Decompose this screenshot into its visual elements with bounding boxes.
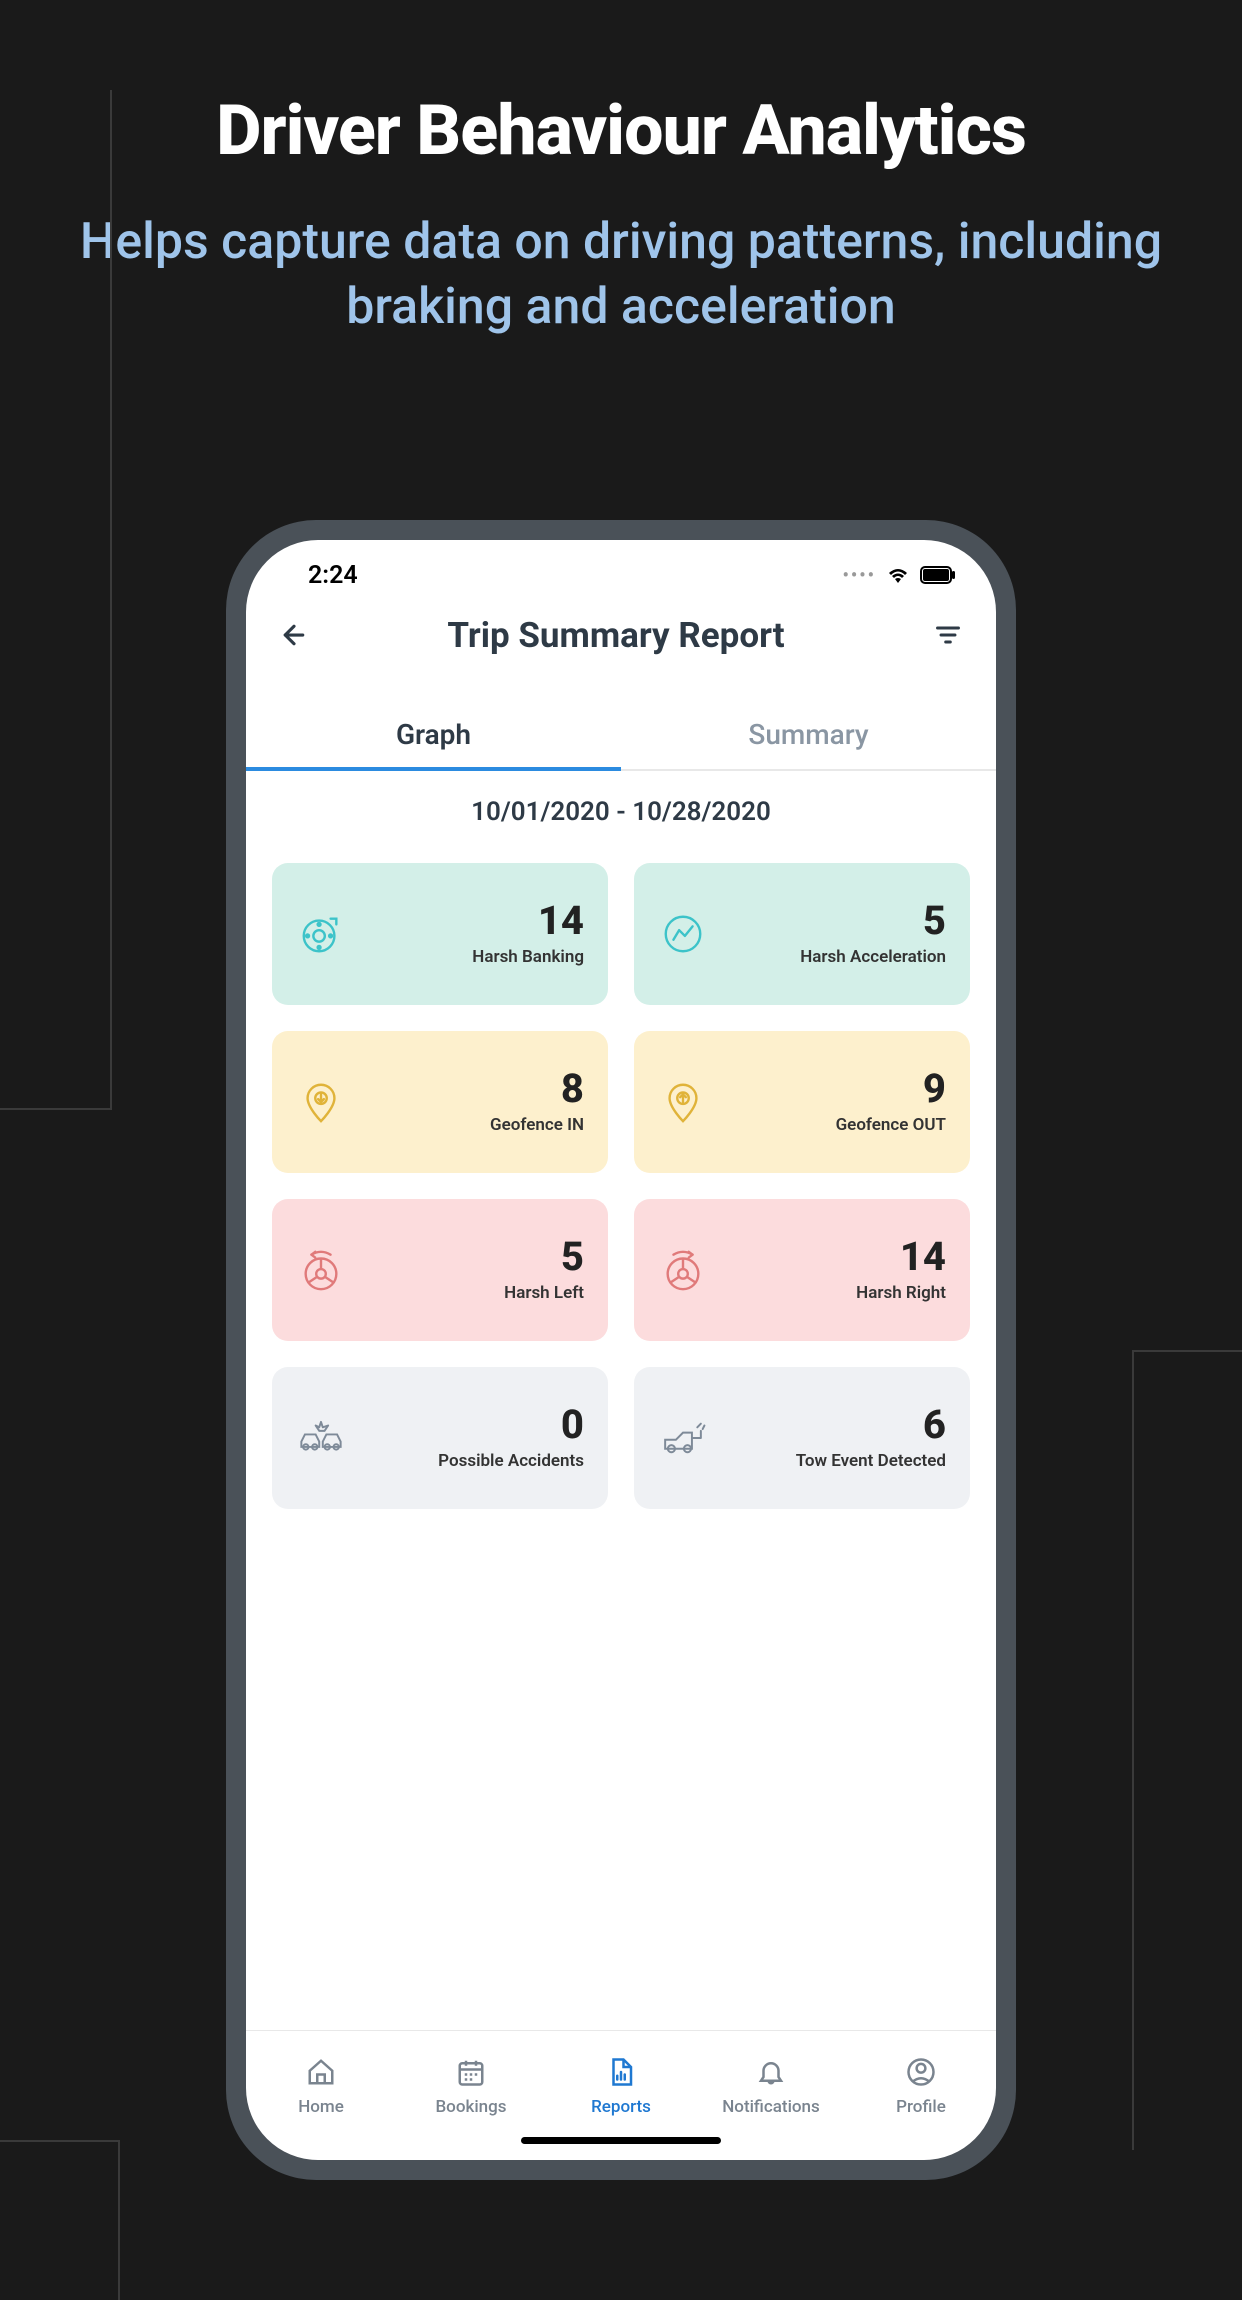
nav-notifications[interactable]: Notifications — [696, 2031, 846, 2140]
home-indicator[interactable] — [521, 2137, 721, 2144]
home-icon — [304, 2055, 338, 2089]
page-title: Trip Summary Report — [324, 615, 908, 656]
metric-harsh-banking[interactable]: 14 Harsh Banking — [272, 863, 608, 1005]
collision-icon — [296, 1413, 346, 1463]
metric-value: 5 — [504, 1237, 584, 1277]
tab-graph[interactable]: Graph — [246, 700, 621, 769]
status-time: 2:24 — [286, 561, 358, 590]
metric-geofence-out[interactable]: 9 Geofence OUT — [634, 1031, 970, 1173]
back-arrow-icon — [279, 620, 309, 650]
cellular-icon: •••• — [842, 565, 876, 586]
metrics-grid: 14 Harsh Banking 5 Harsh Acceleration — [246, 853, 996, 1519]
nav-label: Profile — [896, 2097, 946, 2117]
speedometer-icon — [658, 909, 708, 959]
phone-frame: 2:24 •••• Trip Summary Report — [226, 520, 1016, 2180]
metric-label: Geofence IN — [490, 1115, 584, 1135]
nav-label: Reports — [591, 2097, 651, 2117]
tow-truck-icon — [658, 1413, 708, 1463]
metric-harsh-left[interactable]: 5 Harsh Left — [272, 1199, 608, 1341]
date-range-label: 10/01/2020 - 10/28/2020 — [246, 771, 996, 853]
metric-label: Geofence OUT — [836, 1115, 946, 1135]
metric-harsh-right[interactable]: 14 Harsh Right — [634, 1199, 970, 1341]
bell-icon — [754, 2055, 788, 2089]
pin-in-icon — [296, 1077, 346, 1127]
phone-screen: 2:24 •••• Trip Summary Report — [246, 540, 996, 2160]
metric-label: Harsh Acceleration — [800, 947, 946, 967]
metric-tow-event[interactable]: 6 Tow Event Detected — [634, 1367, 970, 1509]
profile-icon — [904, 2055, 938, 2089]
filter-icon — [934, 621, 962, 649]
nav-label: Notifications — [722, 2097, 820, 2117]
wheel-left-icon — [296, 1245, 346, 1295]
wheel-right-icon — [658, 1245, 708, 1295]
metric-label: Harsh Left — [504, 1283, 584, 1303]
promo-title: Driver Behaviour Analytics — [0, 90, 1242, 172]
metric-value: 6 — [796, 1405, 946, 1445]
metric-label: Harsh Banking — [472, 947, 584, 967]
nav-label: Home — [298, 2097, 344, 2117]
nav-profile[interactable]: Profile — [846, 2031, 996, 2140]
metric-value: 8 — [490, 1069, 584, 1109]
nav-reports[interactable]: Reports — [546, 2031, 696, 2140]
tab-bar: Graph Summary — [246, 700, 996, 771]
reports-icon — [604, 2055, 638, 2089]
nav-label: Bookings — [435, 2097, 506, 2117]
wifi-icon — [886, 565, 910, 585]
metric-label: Possible Accidents — [438, 1451, 584, 1471]
brake-disc-icon — [296, 909, 346, 959]
metric-value: 14 — [472, 901, 584, 941]
tab-summary[interactable]: Summary — [621, 700, 996, 769]
status-bar: 2:24 •••• — [246, 540, 996, 600]
calendar-icon — [454, 2055, 488, 2089]
nav-home[interactable]: Home — [246, 2031, 396, 2140]
nav-bookings[interactable]: Bookings — [396, 2031, 546, 2140]
metric-value: 5 — [800, 901, 946, 941]
metric-label: Harsh Right — [856, 1283, 946, 1303]
battery-icon — [920, 566, 956, 584]
metric-possible-accidents[interactable]: 0 Possible Accidents — [272, 1367, 608, 1509]
pin-out-icon — [658, 1077, 708, 1127]
metric-value: 0 — [438, 1405, 584, 1445]
filter-button[interactable] — [928, 615, 968, 655]
app-header: Trip Summary Report — [246, 600, 996, 670]
metric-geofence-in[interactable]: 8 Geofence IN — [272, 1031, 608, 1173]
metric-label: Tow Event Detected — [796, 1451, 946, 1471]
metric-value: 14 — [856, 1237, 946, 1277]
metric-value: 9 — [836, 1069, 946, 1109]
back-button[interactable] — [274, 615, 314, 655]
promo-subtitle: Helps capture data on driving patterns, … — [0, 210, 1242, 340]
metric-harsh-acceleration[interactable]: 5 Harsh Acceleration — [634, 863, 970, 1005]
